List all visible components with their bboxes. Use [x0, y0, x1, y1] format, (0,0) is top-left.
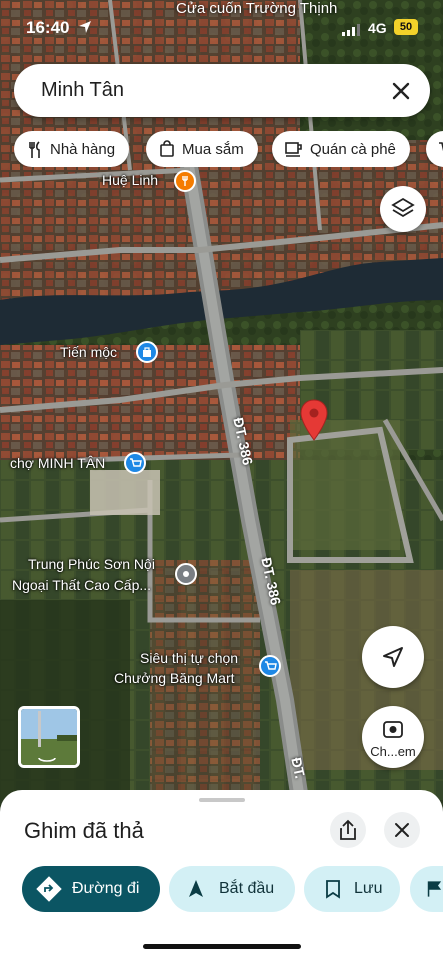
poi-label-trung-phuc-line1[interactable]: Trung Phúc Sơn Nội [28, 556, 155, 572]
directions-button[interactable]: Đường đi [22, 866, 160, 912]
location-arrow-icon [79, 21, 91, 33]
lens-button[interactable]: Ch...em [362, 706, 424, 768]
chip-label: Mua sắm [182, 140, 244, 158]
signal-icon [342, 24, 360, 36]
directions-label: Đường đi [72, 880, 140, 897]
restaurant-poi-icon[interactable] [174, 170, 196, 192]
generic-poi-icon[interactable] [175, 563, 197, 585]
chip-more[interactable] [426, 131, 443, 167]
navigation-arrow-icon [383, 647, 403, 667]
bookmark-icon [326, 880, 340, 899]
battery-indicator: 50 [394, 19, 418, 35]
shopping-poi-icon[interactable] [136, 341, 158, 363]
poi-label-hue-linh[interactable]: Huệ Linh [102, 172, 158, 188]
save-button[interactable]: Lưu [304, 866, 400, 912]
dropped-pin-icon[interactable] [299, 398, 329, 442]
chip-restaurants[interactable]: Nhà hàng [14, 131, 130, 167]
status-time: 16:40 [26, 18, 70, 37]
start-label: Bắt đầu [219, 880, 275, 897]
share-button[interactable] [330, 812, 366, 848]
poi-label-tien-moc[interactable]: Tiến mộc [60, 344, 117, 360]
search-query[interactable]: Minh Tân [41, 79, 124, 102]
directions-icon [36, 876, 62, 902]
more-actions-button[interactable] [410, 866, 443, 912]
chip-label: Quán cà phê [310, 140, 396, 158]
layers-button[interactable] [380, 186, 426, 232]
poi-label-sieu-thi-line2[interactable]: Chưởng Băng Mart [114, 670, 235, 686]
poi-label-sieu-thi-line1[interactable]: Siêu thị tự chọn [140, 650, 238, 666]
restaurant-icon [29, 141, 40, 158]
navigation-icon [189, 880, 203, 897]
shopping-bag-icon [160, 140, 174, 157]
home-indicator [143, 944, 301, 949]
shopping-cart-poi-icon[interactable] [124, 452, 146, 474]
close-sheet-button[interactable] [384, 812, 420, 848]
place-bottom-sheet[interactable]: Ghim đã thả Đường đi Bắt đầu Lưu [0, 790, 443, 959]
close-icon[interactable] [386, 76, 416, 106]
network-type: 4G [368, 20, 387, 36]
poi-label-cho-minh-tan[interactable]: chợ MINH TÂN [10, 455, 105, 471]
lens-label: Ch...em [370, 744, 416, 759]
sheet-title: Ghim đã thả [24, 818, 144, 843]
chip-coffee[interactable]: Quán cà phê [272, 131, 410, 167]
sheet-drag-handle[interactable] [199, 798, 245, 802]
flag-icon [427, 881, 442, 897]
supermarket-poi-icon[interactable] [259, 655, 281, 677]
search-bar[interactable]: Minh Tân [14, 64, 430, 117]
share-icon [340, 819, 356, 840]
chip-shopping[interactable]: Mua sắm [146, 131, 258, 167]
coffee-icon [285, 142, 302, 157]
layers-icon [391, 197, 415, 218]
category-chips: Nhà hàng Mua sắm Quán cà phê [12, 131, 443, 167]
street-view-thumbnail[interactable] [18, 706, 80, 768]
my-location-button[interactable] [362, 626, 424, 688]
poi-label-trung-phuc-line2[interactable]: Ngoại Thất Cao Cấp... [12, 577, 151, 593]
chip-label: Nhà hàng [50, 140, 116, 158]
rotate-360-icon [38, 757, 56, 762]
close-icon [395, 823, 409, 837]
save-label: Lưu [354, 880, 383, 897]
poi-label-top[interactable]: Cửa cuốn Trường Thịnh [176, 0, 337, 17]
cart-icon [439, 142, 443, 152]
start-button[interactable]: Bắt đầu [169, 866, 295, 912]
